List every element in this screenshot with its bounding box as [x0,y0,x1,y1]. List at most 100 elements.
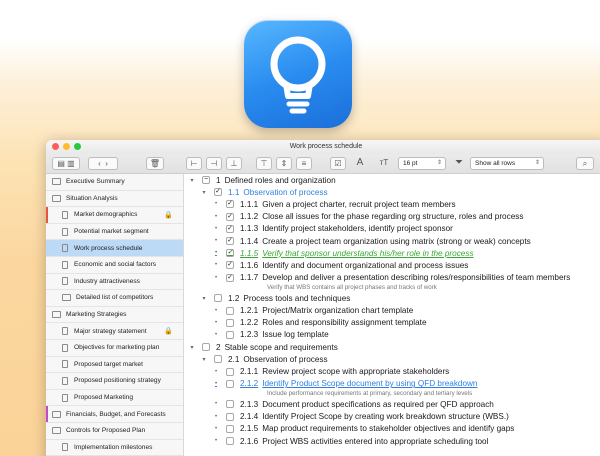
row-checkbox[interactable] [202,343,210,352]
row-checkbox[interactable] [226,330,234,339]
close-window-button[interactable] [52,143,59,150]
row-text[interactable]: Identify Project Scope by creating work … [262,412,509,421]
row-text[interactable]: Close all issues for the phase regarding… [262,212,523,221]
outline-row[interactable]: • ✓ 1.1.2 Close all issues for the phase re… [184,211,600,223]
sidebar-item[interactable]: Controls for Proposed Plan [46,423,183,440]
row-checkbox[interactable] [226,306,234,315]
checklist-button[interactable]: ☑ [330,157,346,170]
sidebar-item[interactable]: Major strategy statement 🔒 [46,323,183,340]
sort-button[interactable]: ≡ [296,157,312,170]
sidebar-item[interactable]: Work process schedule [46,240,183,257]
delete-button[interactable]: 🗑 [146,157,164,170]
back-forward-buttons[interactable]: ‹ › [88,157,118,170]
row-text[interactable]: Process tools and techniques [243,294,350,303]
font-size-field[interactable]: 16 pt ⇕ [398,157,446,170]
outline-row[interactable]: • 2.1.1 Review project scope with appropri… [184,365,600,377]
outline-row[interactable]: • 1.2.2 Roles and responsibility assignmen… [184,317,600,329]
row-text[interactable]: Develop and deliver a presentation descr… [262,273,570,282]
outline-row[interactable]: ▾ 1.2 Process tools and techniques [184,292,600,304]
row-checkbox[interactable] [214,294,222,303]
row-text[interactable]: Given a project charter, recruit project… [262,200,455,209]
sidebar-item[interactable]: Situation Analysis [46,191,183,208]
outline-row[interactable]: ▾ −1 Defined roles and organization [184,174,600,186]
row-checkbox[interactable] [226,379,234,388]
sidebar-item[interactable]: Proposed Marketing [46,390,183,407]
font-button[interactable]: A [352,157,368,170]
row-checkbox[interactable]: ✓ [226,273,234,282]
row-checkbox[interactable]: ✓ [226,249,234,258]
row-checkbox[interactable]: ✓ [226,200,234,209]
outline-row[interactable]: • 2.1.5 Map product requirements to stakeh… [184,423,600,435]
row-text[interactable]: Stable scope and requirements [225,343,338,352]
indent-left-button[interactable]: ⊢ [186,157,202,170]
sidebar-item[interactable]: Objectives for marketing plan [46,340,183,357]
outline-row[interactable]: • ✓ 1.1.7 Develop and deliver a presentatio… [184,272,600,284]
outline-row[interactable]: • 2.1.2 Identify Product Scope document by… [184,378,600,390]
disclosure-triangle-icon[interactable]: ▾ [188,344,196,351]
disclosure-triangle-icon[interactable]: ▾ [200,295,208,302]
row-checkbox[interactable]: − [202,176,210,185]
sidebar-item[interactable]: Detailed list of competitors [46,290,183,307]
sidebar-item[interactable]: Proposed positioning strategy [46,373,183,390]
row-text[interactable]: Identify Product Scope document by using… [262,379,477,388]
disclosure-triangle-icon[interactable]: ▾ [200,189,208,196]
outline-row[interactable]: • 1.2.1 Project/Matrix organization chart … [184,304,600,316]
outline-row[interactable]: • ✓ 1.1.1 Given a project charter, recruit … [184,198,600,210]
new-document-button[interactable]: ▤ ▥ [52,157,80,170]
row-text[interactable]: Map product requirements to stakeholder … [262,424,514,433]
disclosure-triangle-icon[interactable]: ▾ [188,177,196,184]
move-button[interactable]: ⇕ [276,157,292,170]
sidebar-item[interactable]: Potential market segment [46,224,183,241]
row-checkbox[interactable] [214,355,222,364]
row-text[interactable]: Document product specifications as requi… [262,400,494,409]
sidebar-item[interactable]: Implementation milestones [46,440,183,456]
hierarchy-button[interactable]: ⊤ [256,157,272,170]
sidebar-item[interactable]: Industry attractiveness [46,274,183,291]
row-checkbox[interactable] [226,367,234,376]
outline-row[interactable]: • ✓ 1.1.4 Create a project team organizatio… [184,235,600,247]
outline-row[interactable]: • ✓ 1.1.6 Identify and document organizatio… [184,259,600,271]
outline-row[interactable]: • ✓ 1.1.5 Verify that sponsor understands h… [184,247,600,259]
row-text[interactable]: Identify project stakeholders, identify … [262,224,453,233]
row-checkbox[interactable] [226,318,234,327]
row-text[interactable]: Project/Matrix organization chart templa… [262,306,413,315]
outline-row[interactable]: ▾ 2 Stable scope and requirements [184,341,600,353]
row-checkbox[interactable]: ✓ [226,261,234,270]
sidebar-item[interactable]: Financials, Budget, and Forecasts [46,406,183,423]
outline-row[interactable]: • 2.1.3 Document product specifications as… [184,398,600,410]
sidebar-item[interactable]: Executive Summary [46,174,183,191]
row-checkbox[interactable]: ✓ [226,237,234,246]
text-size-button[interactable]: ᴛT [374,157,394,170]
row-text[interactable]: Observation of process [243,188,327,197]
row-checkbox[interactable] [226,400,234,409]
row-text[interactable]: Defined roles and organization [225,176,336,185]
row-filter-select[interactable]: Show all rows ⇕ [470,157,544,170]
sidebar-item[interactable]: Marketing Strategies [46,307,183,324]
row-text[interactable]: Review project scope with appropriate st… [262,367,449,376]
outline-row[interactable]: • 2.1.6 Project WBS activities entered int… [184,435,600,447]
row-checkbox[interactable]: ✓ [226,212,234,221]
row-text[interactable]: Issue log template [262,330,328,339]
row-text[interactable]: Roles and responsibility assignment temp… [262,318,426,327]
row-text[interactable]: Project WBS activities entered into appr… [262,437,488,446]
zoom-window-button[interactable] [74,143,81,150]
row-checkbox[interactable]: ✓ [214,188,222,197]
sidebar-item[interactable]: Economic and social factors [46,257,183,274]
sidebar-item[interactable]: Proposed target market [46,357,183,374]
outline-row[interactable]: ▾ ✓ 1.1 Observation of process [184,186,600,198]
indent-right-button[interactable]: ⊣ [206,157,222,170]
row-checkbox[interactable] [226,412,234,421]
sidebar-item[interactable]: Market demographics 🔒 [46,207,183,224]
outline-row[interactable]: ▾ 2.1 Observation of process [184,353,600,365]
outline-row[interactable]: • 2.1.4 Identify Project Scope by creating… [184,411,600,423]
row-text[interactable]: Verify that sponsor understands his/her … [262,249,473,258]
outline-row[interactable]: • ✓ 1.1.3 Identify project stakeholders, id… [184,223,600,235]
search-button[interactable]: ⌕ [576,157,594,170]
disclosure-triangle-icon[interactable]: ▾ [200,356,208,363]
outline-row[interactable]: • 1.2.3 Issue log template [184,329,600,341]
row-checkbox[interactable] [226,437,234,446]
row-text[interactable]: Identify and document organizational and… [262,261,468,270]
row-text[interactable]: Observation of process [243,355,327,364]
row-checkbox[interactable]: ✓ [226,224,234,233]
row-checkbox[interactable] [226,424,234,433]
